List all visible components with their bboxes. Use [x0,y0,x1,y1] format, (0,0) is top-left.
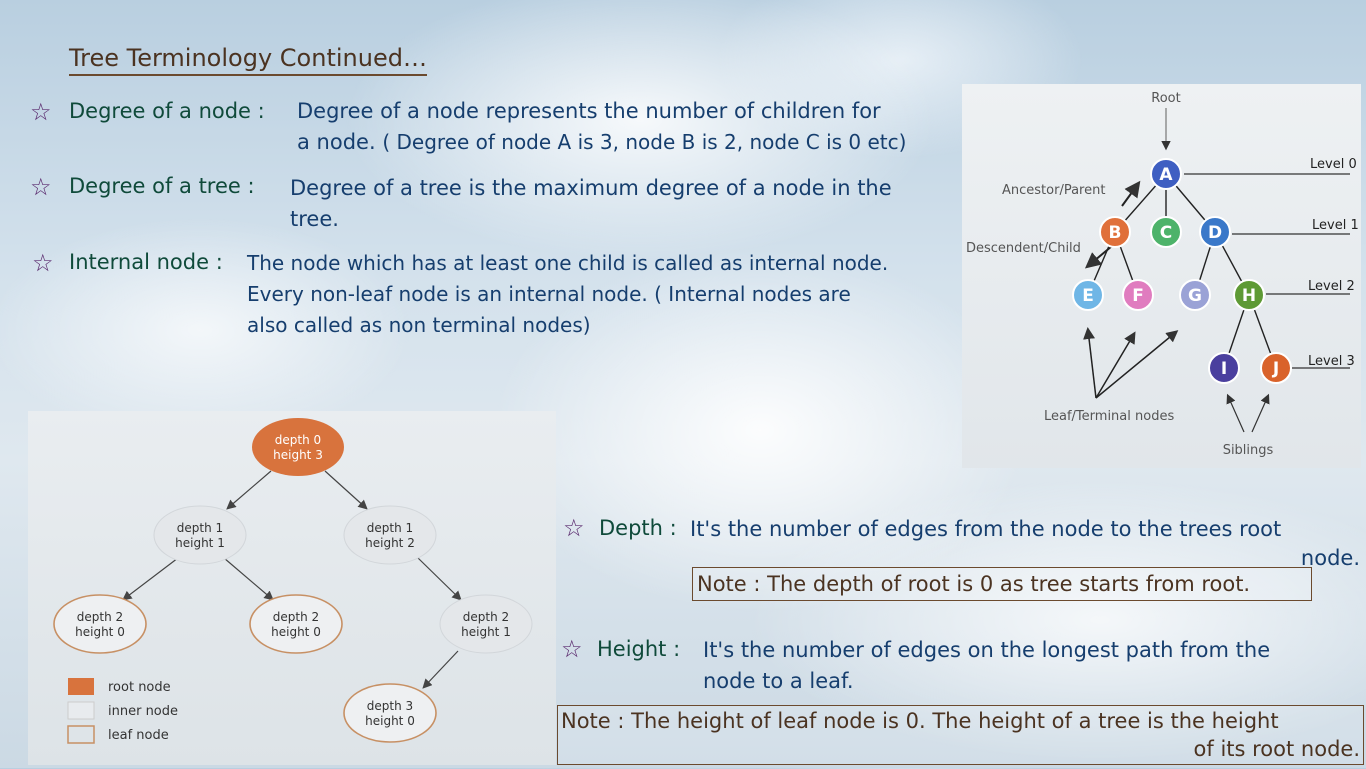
depth-node-label: depth 0 [275,433,321,447]
definition-line: also called as non terminal nodes) [247,313,591,337]
level-label: Level 2 [1308,279,1355,294]
term-degree-tree: Degree of a tree : [69,174,255,198]
leaf-arrows [1083,327,1179,399]
definition-line: node to a leaf. [703,669,854,693]
depth-node-label: depth 1 [367,521,413,535]
definition-line: It's the number of edges on the longest … [703,638,1271,662]
term-height: Height : [597,637,681,661]
definition-internal-node: The node which has at least one child is… [247,248,959,341]
tree-node-label: A [1159,165,1173,185]
tree-node-label: F [1132,286,1144,306]
tree-node-label: D [1208,223,1222,243]
depth-node-leaf [53,594,147,654]
star-outline-icon: ☆ [30,173,52,201]
depth-node-inner [343,505,437,565]
siblings-label: Siblings [1223,443,1274,458]
depth-node-leaf [343,683,437,743]
star-outline-icon: ☆ [30,98,52,126]
tree-node-label: E [1082,286,1094,306]
depth-node-leaf [249,594,343,654]
term-depth: Depth : [599,516,677,540]
ancestor-label: Ancestor/Parent [1002,183,1105,198]
legend-root-swatch [68,678,94,695]
tree-node-label: G [1188,286,1202,306]
depth-node-label: height 0 [365,714,415,728]
definition-line: The node which has at least one child is… [247,251,889,275]
level-label: Level 0 [1310,157,1357,172]
depth-height-svg: depth 0height 3depth 1height 1depth 1hei… [53,418,533,744]
definition-degree-tree: Degree of a tree is the maximum degree o… [290,173,960,235]
definition-example: ( Degree of node A is 3, node B is 2, no… [382,130,907,154]
depth-edges [122,470,462,689]
tree-edges [1087,173,1277,369]
level-lines [1184,173,1350,369]
depth-node-label: height 0 [271,625,321,639]
legend-label: inner node [108,704,178,719]
descendent-arrow [1084,245,1113,269]
definition-degree-node: Degree of a node represents the number o… [297,96,957,158]
depth-node-label: depth 3 [367,699,413,713]
height-note: Note : The height of leaf node is 0. The… [557,705,1364,765]
tree-node-label: I [1221,359,1227,379]
depth-node-root [252,418,344,476]
star-outline-icon: ☆ [32,249,54,277]
tree-node-label: H [1242,286,1256,306]
sibling-arrows [1226,393,1270,433]
page-title: Tree Terminology Continued… [69,44,427,76]
level-label: Level 3 [1308,354,1355,369]
definition-text: a node. [297,130,376,154]
definition-height: It's the number of edges on the longest … [703,635,1353,697]
definition-line: Degree of a tree is the maximum degree o… [290,176,892,200]
depth-height-diagram: depth 0 height 3 depth 1 height 1 depth 1 hei… [28,411,556,765]
depth-node-label: height 2 [365,536,415,550]
star-outline-icon: ☆ [563,514,585,542]
tree-node-label: J [1272,359,1279,379]
legend-inner-swatch [67,701,95,720]
leaf-label: Leaf/Terminal nodes [1044,409,1174,424]
depth-node-label: height 3 [273,448,323,462]
definition-line: tree. [290,207,339,231]
depth-node-label: depth 2 [273,610,319,624]
legend-leaf-swatch [67,725,95,744]
depth-node-label: height 1 [461,625,511,639]
term-degree-node: Degree of a node : [69,99,265,123]
legend-label: leaf node [108,728,169,743]
tree-diagram-svg: Root Level 0 Level 1 Level 2 Level 3 Anc… [966,91,1359,458]
depth-node-label: depth 2 [77,610,123,624]
depth-node-label: depth 1 [177,521,223,535]
tree-node-label: C [1160,223,1172,243]
root-label: Root [1151,91,1180,106]
depth-note: Note : The depth of root is 0 as tree st… [692,567,1312,601]
ancestor-arrow [1121,180,1141,207]
star-outline-icon: ☆ [561,635,583,663]
depth-node-label: height 0 [75,625,125,639]
definition-line: It's the number of edges from the node t… [690,517,1282,541]
definition-depth: It's the number of edges from the node t… [690,514,1360,571]
term-internal-node: Internal node : [69,250,223,274]
depth-node-inner [439,594,533,654]
descendent-label: Descendent/Child [966,241,1081,256]
definition-line: a node. ( Degree of node A is 3, node B … [297,127,957,158]
note-line: of its root node. [1193,737,1360,761]
level-label: Level 1 [1312,218,1359,233]
depth-node-inner [153,505,247,565]
definition-line: Degree of a node represents the number o… [297,99,881,123]
legend-label: root node [108,680,171,695]
definition-line: Every non-leaf node is an internal node.… [247,282,851,306]
tree-node-label: B [1109,223,1122,243]
depth-node-label: depth 2 [463,610,509,624]
note-line: Note : The height of leaf node is 0. The… [561,709,1279,733]
tree-diagram: Root Level 0 Level 1 Level 2 Level 3 Anc… [962,84,1361,468]
depth-node-label: height 1 [175,536,225,550]
